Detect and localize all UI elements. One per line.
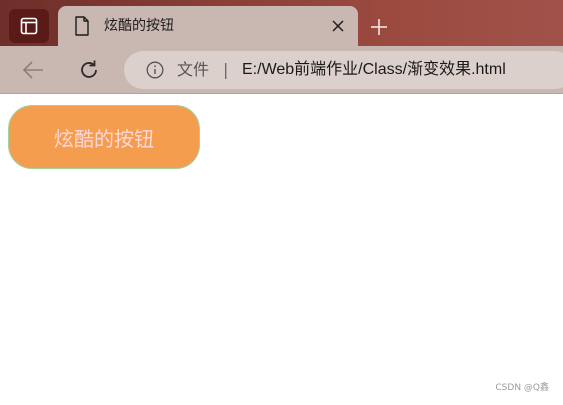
close-icon <box>332 20 344 32</box>
plus-icon <box>371 19 387 35</box>
arrow-left-icon <box>22 61 43 79</box>
refresh-button[interactable] <box>76 57 102 83</box>
tab-title: 炫酷的按钮 <box>104 18 174 34</box>
tab-strip: 炫酷的按钮 <box>0 0 563 46</box>
info-icon[interactable] <box>146 61 164 79</box>
new-tab-button[interactable] <box>366 14 392 40</box>
address-bar[interactable]: 文件 | E:/Web前端作业/Class/渐变效果.html <box>124 51 563 89</box>
watermark: CSDN @Q鑫 <box>495 383 549 393</box>
browser-window: 炫酷的按钮 文件 | E:/Web前端作业/Class/渐变效果.html 炫酷… <box>0 0 563 405</box>
tab-actions-icon <box>20 17 38 35</box>
cool-button[interactable]: 炫酷的按钮 <box>8 105 200 169</box>
file-scheme-label: 文件 <box>177 60 210 79</box>
tab-close-button[interactable] <box>328 16 348 36</box>
back-button[interactable] <box>20 57 46 83</box>
refresh-icon <box>81 60 97 78</box>
tab-actions-button[interactable] <box>9 9 49 43</box>
browser-toolbar: 文件 | E:/Web前端作业/Class/渐变效果.html <box>0 46 563 94</box>
address-url[interactable]: E:/Web前端作业/Class/渐变效果.html <box>242 59 506 81</box>
tab-active[interactable]: 炫酷的按钮 <box>58 6 358 46</box>
document-icon <box>75 16 89 36</box>
address-separator: | <box>223 60 229 79</box>
page-content: 炫酷的按钮 CSDN @Q鑫 <box>0 95 563 405</box>
